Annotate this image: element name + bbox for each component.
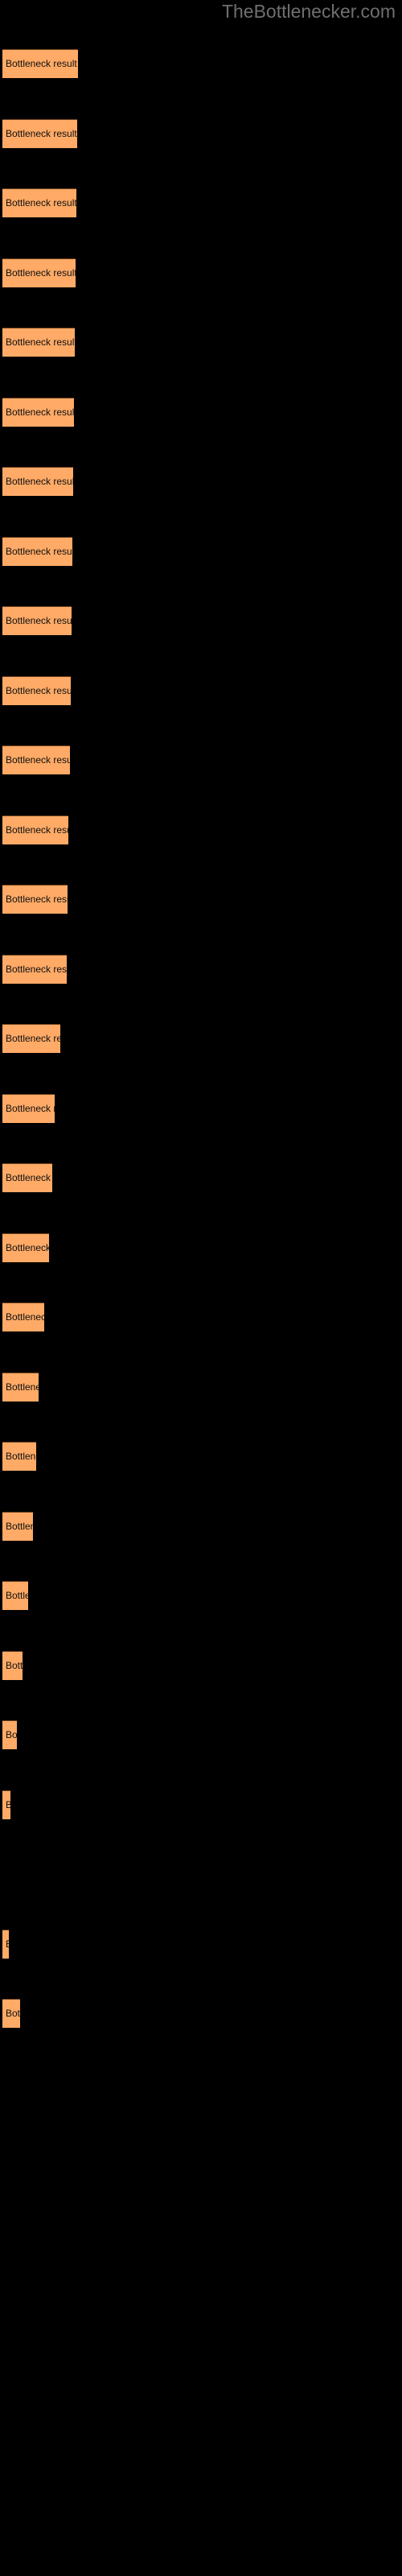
bar-5[interactable]: [2, 328, 75, 357]
bar-7[interactable]: [2, 467, 73, 496]
bar-14[interactable]: [2, 954, 67, 984]
bar-29[interactable]: [2, 1999, 20, 2028]
bar-20[interactable]: [2, 1372, 39, 1402]
bar-9[interactable]: [2, 606, 72, 635]
bar-22[interactable]: [2, 1511, 33, 1541]
bar-series: Bottleneck result Bottleneck result Bottle…: [0, 0, 402, 2576]
bar-16[interactable]: [2, 1093, 55, 1123]
bar-18[interactable]: [2, 1232, 49, 1262]
bar-26[interactable]: [2, 1790, 10, 1819]
bar-19[interactable]: [2, 1302, 44, 1331]
bar-3[interactable]: [2, 188, 76, 217]
bar-13[interactable]: [2, 885, 68, 914]
bar-6[interactable]: [2, 397, 74, 427]
bar-17[interactable]: [2, 1163, 52, 1192]
bar-10[interactable]: [2, 675, 71, 705]
bar-12[interactable]: [2, 815, 68, 844]
bar-25[interactable]: [2, 1720, 17, 1749]
bar-1[interactable]: [2, 49, 78, 78]
bar-4[interactable]: [2, 258, 76, 287]
bottleneck-bar-chart: TheBottlenecker.com Bottleneck result Bot…: [0, 0, 402, 2576]
bar-21[interactable]: [2, 1442, 36, 1471]
bar-24[interactable]: [2, 1650, 23, 1680]
bar-15[interactable]: [2, 1024, 60, 1053]
bar-2[interactable]: [2, 118, 77, 148]
bar-28[interactable]: [2, 1929, 9, 1959]
bar-23[interactable]: [2, 1581, 28, 1610]
bar-8[interactable]: [2, 536, 72, 566]
bar-11[interactable]: [2, 745, 70, 774]
